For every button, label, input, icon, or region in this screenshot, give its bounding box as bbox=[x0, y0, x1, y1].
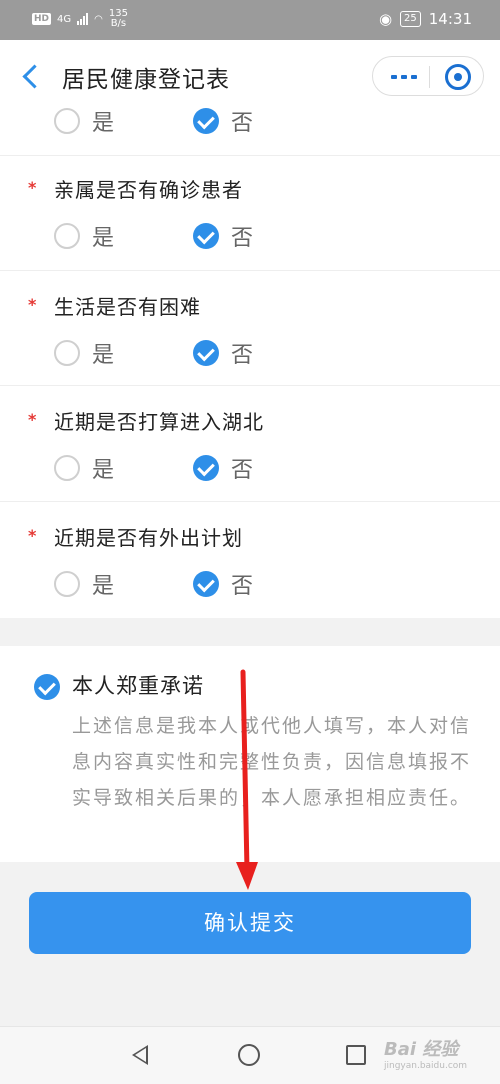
health-form: 是 否 * 亲属是否有确诊患者 是 否 * 生活是否有困难 是 否 * 近期是否… bbox=[0, 100, 500, 618]
option-yes-label: 是 bbox=[92, 226, 115, 251]
watermark-text: Bai 经验 bbox=[384, 1039, 459, 1060]
radio-yes[interactable] bbox=[54, 223, 80, 249]
commitment-text: 上述信息是我本人或代他人填写，本人对信息内容真实性和完整性负责，因信息填报不实导… bbox=[72, 715, 472, 809]
status-bar: HD 4G ◠ 135 B/s ◉ 25 14:31 bbox=[0, 0, 500, 40]
required-star: * bbox=[28, 410, 37, 429]
radio-no-checked[interactable] bbox=[193, 455, 219, 481]
annotation-arrow-head bbox=[236, 862, 258, 890]
signal-icon bbox=[77, 13, 89, 25]
mini-app-capsule bbox=[372, 56, 484, 96]
baidu-watermark: Bai 经验 jingyan.baidu.com bbox=[384, 1035, 467, 1071]
radio-yes[interactable] bbox=[54, 340, 80, 366]
option-yes-label: 是 bbox=[92, 111, 115, 136]
question-row: * 近期是否打算进入湖北 是 否 bbox=[0, 386, 500, 502]
question-label: 近期是否有外出计划 bbox=[54, 526, 243, 550]
status-right: ◉ 25 14:31 bbox=[379, 10, 472, 28]
option-yes[interactable]: 是 bbox=[54, 337, 114, 369]
option-yes-label: 是 bbox=[92, 458, 115, 483]
more-icon[interactable] bbox=[391, 75, 417, 79]
option-yes[interactable]: 是 bbox=[54, 105, 114, 137]
back-arrow-icon[interactable] bbox=[14, 56, 50, 96]
required-star: * bbox=[28, 295, 37, 314]
option-no-label: 否 bbox=[231, 111, 254, 136]
required-star: * bbox=[28, 526, 37, 545]
option-no-label: 否 bbox=[231, 574, 254, 599]
hd-badge: HD bbox=[32, 13, 52, 25]
network-speed: 135 B/s bbox=[109, 9, 128, 29]
close-circle-icon[interactable] bbox=[445, 64, 471, 90]
question-label: 亲属是否有确诊患者 bbox=[54, 178, 243, 202]
status-left: HD 4G ◠ 135 B/s bbox=[32, 9, 128, 29]
option-yes[interactable]: 是 bbox=[54, 220, 114, 252]
option-no[interactable]: 否 bbox=[193, 568, 253, 600]
watermark-sub: jingyan.baidu.com bbox=[384, 1061, 468, 1071]
option-yes[interactable]: 是 bbox=[54, 568, 114, 600]
option-yes-label: 是 bbox=[92, 343, 115, 368]
question-row: * 生活是否有困难 是 否 bbox=[0, 271, 500, 386]
radio-yes[interactable] bbox=[54, 455, 80, 481]
option-no[interactable]: 否 bbox=[193, 337, 253, 369]
option-no-label: 否 bbox=[231, 458, 254, 483]
radio-no-checked[interactable] bbox=[193, 571, 219, 597]
radio-no-checked[interactable] bbox=[193, 108, 219, 134]
nav-recent-icon[interactable] bbox=[346, 1045, 366, 1065]
radio-no-checked[interactable] bbox=[193, 223, 219, 249]
partial-question-row: 是 否 bbox=[0, 100, 500, 156]
eye-icon: ◉ bbox=[378, 10, 393, 28]
wifi-icon: ◠ bbox=[94, 13, 103, 25]
option-no-label: 否 bbox=[231, 343, 254, 368]
question-label: 近期是否打算进入湖北 bbox=[54, 410, 264, 434]
question-row: * 亲属是否有确诊患者 是 否 bbox=[0, 156, 500, 271]
required-star: * bbox=[28, 178, 37, 197]
option-yes-label: 是 bbox=[92, 574, 115, 599]
question-row: * 近期是否有外出计划 是 否 bbox=[0, 502, 500, 618]
network-type: 4G bbox=[57, 13, 72, 25]
option-no-label: 否 bbox=[231, 226, 254, 251]
commitment-checkbox[interactable] bbox=[34, 674, 60, 700]
radio-yes[interactable] bbox=[54, 108, 80, 134]
option-no[interactable]: 否 bbox=[193, 105, 253, 137]
capsule-divider bbox=[429, 66, 430, 88]
radio-yes[interactable] bbox=[54, 571, 80, 597]
commitment-section: 本人郑重承诺 上述信息是我本人或代他人填写，本人对信息内容真实性和完整性负责，因… bbox=[0, 646, 500, 862]
system-nav-bar: Bai 经验 jingyan.baidu.com bbox=[0, 1026, 500, 1084]
nav-home-icon[interactable] bbox=[238, 1044, 260, 1066]
page-title: 居民健康登记表 bbox=[62, 67, 230, 93]
option-yes[interactable]: 是 bbox=[54, 452, 114, 484]
option-no[interactable]: 否 bbox=[193, 452, 253, 484]
question-label: 生活是否有困难 bbox=[54, 295, 201, 319]
speed-unit: B/s bbox=[110, 18, 127, 29]
clock: 14:31 bbox=[428, 10, 472, 28]
option-no[interactable]: 否 bbox=[193, 220, 253, 252]
commitment-title: 本人郑重承诺 bbox=[72, 674, 204, 698]
submit-button[interactable]: 确认提交 bbox=[29, 892, 471, 954]
nav-back-icon[interactable] bbox=[132, 1045, 148, 1065]
radio-no-checked[interactable] bbox=[193, 340, 219, 366]
battery-indicator: 25 bbox=[400, 11, 421, 27]
